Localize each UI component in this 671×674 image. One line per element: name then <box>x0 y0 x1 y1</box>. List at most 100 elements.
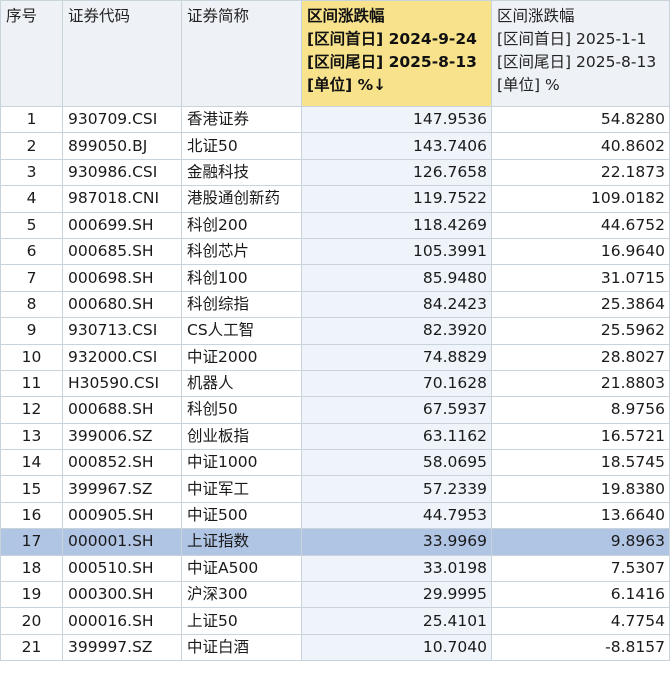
change-ytd-cell[interactable]: 22.1873 <box>491 158 670 187</box>
table-row[interactable]: 3 930986.CSI 金融科技 126.7658 22.1873 <box>0 158 670 187</box>
security-code-cell[interactable]: 399006.SZ <box>62 422 182 451</box>
change-ytd-cell[interactable]: -8.8157 <box>491 633 670 662</box>
row-index-cell[interactable]: 18 <box>0 554 63 583</box>
security-name-cell[interactable]: 沪深300 <box>181 581 302 609</box>
security-code-cell[interactable]: 000852.SH <box>62 449 182 477</box>
security-code-cell[interactable]: 930709.CSI <box>62 105 182 134</box>
change-ytd-cell[interactable]: 4.7754 <box>491 607 670 635</box>
change-ytd-cell[interactable]: 16.5721 <box>491 422 670 451</box>
table-row[interactable]: 1 930709.CSI 香港证券 147.9536 54.8280 <box>0 105 670 134</box>
change-since-20240924-cell[interactable]: 63.1162 <box>301 422 492 451</box>
row-index-cell[interactable]: 21 <box>0 633 63 662</box>
change-ytd-cell[interactable]: 18.5745 <box>491 449 670 477</box>
change-since-20240924-cell[interactable]: 82.3920 <box>301 317 492 345</box>
table-row[interactable]: 21 399997.SZ 中证白酒 10.7040 -8.8157 <box>0 633 670 662</box>
row-index-cell[interactable]: 13 <box>0 422 63 451</box>
row-index-cell[interactable]: 5 <box>0 211 63 239</box>
change-since-20240924-cell[interactable]: 57.2339 <box>301 475 492 503</box>
table-row[interactable]: 7 000698.SH 科创100 85.9480 31.0715 <box>0 264 670 292</box>
security-code-cell[interactable]: 000685.SH <box>62 237 182 266</box>
security-code-cell[interactable]: 000680.SH <box>62 290 182 319</box>
change-ytd-cell[interactable]: 7.5307 <box>491 554 670 583</box>
row-index-cell[interactable]: 17 <box>0 528 63 556</box>
table-row[interactable]: 11 H30590.CSI 机器人 70.1628 21.8803 <box>0 369 670 398</box>
row-index-cell[interactable]: 9 <box>0 317 63 345</box>
row-index-cell[interactable]: 12 <box>0 396 63 424</box>
security-name-cell[interactable]: 科创芯片 <box>181 237 302 266</box>
change-since-20240924-cell[interactable]: 119.7522 <box>301 185 492 213</box>
table-row[interactable]: 8 000680.SH 科创综指 84.2423 25.3864 <box>0 290 670 319</box>
security-name-cell[interactable]: 北证50 <box>181 132 302 160</box>
security-name-cell[interactable]: 中证军工 <box>181 475 302 503</box>
change-since-20240924-cell[interactable]: 85.9480 <box>301 264 492 292</box>
change-ytd-cell[interactable]: 28.8027 <box>491 343 670 371</box>
security-code-cell[interactable]: 000698.SH <box>62 264 182 292</box>
change-since-20240924-cell[interactable]: 84.2423 <box>301 290 492 319</box>
table-row[interactable]: 9 930713.CSI CS人工智 82.3920 25.5962 <box>0 317 670 345</box>
security-name-cell[interactable]: 中证1000 <box>181 449 302 477</box>
row-index-cell[interactable]: 19 <box>0 581 63 609</box>
security-name-cell[interactable]: 科创综指 <box>181 290 302 319</box>
table-row[interactable]: 20 000016.SH 上证50 25.4101 4.7754 <box>0 607 670 635</box>
table-row[interactable]: 16 000905.SH 中证500 44.7953 13.6640 <box>0 501 670 530</box>
change-since-20240924-cell[interactable]: 10.7040 <box>301 633 492 662</box>
security-name-cell[interactable]: 创业板指 <box>181 422 302 451</box>
security-name-cell[interactable]: 香港证券 <box>181 105 302 134</box>
security-code-cell[interactable]: 899050.BJ <box>62 132 182 160</box>
change-ytd-cell[interactable]: 13.6640 <box>491 501 670 530</box>
security-name-cell[interactable]: 科创200 <box>181 211 302 239</box>
change-since-20240924-cell[interactable]: 74.8829 <box>301 343 492 371</box>
security-code-cell[interactable]: 000688.SH <box>62 396 182 424</box>
change-since-20240924-cell[interactable]: 118.4269 <box>301 211 492 239</box>
table-row[interactable]: 2 899050.BJ 北证50 143.7406 40.8602 <box>0 132 670 160</box>
change-since-20240924-cell[interactable]: 143.7406 <box>301 132 492 160</box>
change-ytd-cell[interactable]: 25.5962 <box>491 317 670 345</box>
change-ytd-cell[interactable]: 21.8803 <box>491 369 670 398</box>
security-code-cell[interactable]: H30590.CSI <box>62 369 182 398</box>
security-code-cell[interactable]: 000001.SH <box>62 528 182 556</box>
column-header-name[interactable]: 证券简称 <box>181 0 302 107</box>
table-row[interactable]: 4 987018.CNI 港股通创新药 119.7522 109.0182 <box>0 185 670 213</box>
security-name-cell[interactable]: 金融科技 <box>181 158 302 187</box>
security-code-cell[interactable]: 000510.SH <box>62 554 182 583</box>
table-row[interactable]: 15 399967.SZ 中证军工 57.2339 19.8380 <box>0 475 670 503</box>
table-row[interactable]: 6 000685.SH 科创芯片 105.3991 16.9640 <box>0 237 670 266</box>
table-row[interactable]: 5 000699.SH 科创200 118.4269 44.6752 <box>0 211 670 239</box>
security-name-cell[interactable]: 中证500 <box>181 501 302 530</box>
security-code-cell[interactable]: 399967.SZ <box>62 475 182 503</box>
change-ytd-cell[interactable]: 8.9756 <box>491 396 670 424</box>
change-since-20240924-cell[interactable]: 147.9536 <box>301 105 492 134</box>
table-row[interactable]: 10 932000.CSI 中证2000 74.8829 28.8027 <box>0 343 670 371</box>
security-code-cell[interactable]: 399997.SZ <box>62 633 182 662</box>
table-row[interactable]: 19 000300.SH 沪深300 29.9995 6.1416 <box>0 581 670 609</box>
row-index-cell[interactable]: 20 <box>0 607 63 635</box>
row-index-cell[interactable]: 14 <box>0 449 63 477</box>
row-index-cell[interactable]: 16 <box>0 501 63 530</box>
change-ytd-cell[interactable]: 9.8963 <box>491 528 670 556</box>
row-index-cell[interactable]: 10 <box>0 343 63 371</box>
row-index-cell[interactable]: 11 <box>0 369 63 398</box>
change-since-20240924-cell[interactable]: 33.9969 <box>301 528 492 556</box>
change-since-20240924-cell[interactable]: 67.5937 <box>301 396 492 424</box>
row-index-cell[interactable]: 15 <box>0 475 63 503</box>
table-row[interactable]: 18 000510.SH 中证A500 33.0198 7.5307 <box>0 554 670 583</box>
column-header-index[interactable]: 序号 <box>0 0 63 107</box>
change-since-20240924-cell[interactable]: 105.3991 <box>301 237 492 266</box>
security-name-cell[interactable]: 中证A500 <box>181 554 302 583</box>
security-name-cell[interactable]: 中证2000 <box>181 343 302 371</box>
change-ytd-cell[interactable]: 40.8602 <box>491 132 670 160</box>
row-index-cell[interactable]: 7 <box>0 264 63 292</box>
security-name-cell[interactable]: 中证白酒 <box>181 633 302 662</box>
change-since-20240924-cell[interactable]: 29.9995 <box>301 581 492 609</box>
change-ytd-cell[interactable]: 54.8280 <box>491 105 670 134</box>
change-since-20240924-cell[interactable]: 70.1628 <box>301 369 492 398</box>
security-name-cell[interactable]: 港股通创新药 <box>181 185 302 213</box>
security-name-cell[interactable]: CS人工智 <box>181 317 302 345</box>
security-code-cell[interactable]: 000905.SH <box>62 501 182 530</box>
security-name-cell[interactable]: 科创50 <box>181 396 302 424</box>
security-code-cell[interactable]: 930713.CSI <box>62 317 182 345</box>
security-code-cell[interactable]: 000016.SH <box>62 607 182 635</box>
security-name-cell[interactable]: 上证指数 <box>181 528 302 556</box>
security-code-cell[interactable]: 000699.SH <box>62 211 182 239</box>
column-header-change-sorted[interactable]: 区间涨跌幅 [区间首日] 2024-9-24 [区间尾日] 2025-8-13 … <box>301 0 492 107</box>
